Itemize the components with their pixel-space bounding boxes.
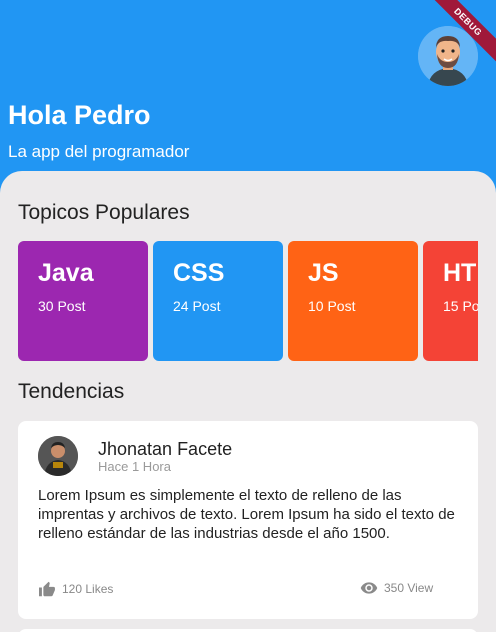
thumb-up-icon <box>39 581 55 597</box>
post-timestamp: Hace 1 Hora <box>98 459 171 474</box>
topic-count: 24 Post <box>173 298 221 314</box>
author-avatar[interactable] <box>38 436 78 476</box>
topic-card-css[interactable]: CSS 24 Post <box>153 241 283 361</box>
topic-name: Java <box>38 259 94 287</box>
section-title-topics: Topicos Populares <box>18 201 190 224</box>
topic-name: JS <box>308 259 339 287</box>
views-indicator: 350 View <box>360 581 433 595</box>
eye-icon <box>360 582 378 594</box>
topic-name: CSS <box>173 259 225 287</box>
content-sheet: Topicos Populares Java 30 Post CSS 24 Po… <box>0 171 496 632</box>
topic-name: HTML <box>443 259 478 287</box>
author-name[interactable]: Jhonatan Facete <box>98 439 232 460</box>
greeting-title: Hola Pedro <box>8 100 151 130</box>
post-card[interactable]: Jhonatan Facete Hace 1 Hora Lorem Ipsum … <box>18 421 478 619</box>
greeting-subtitle: La app del programador <box>8 142 190 161</box>
likes-count: 120 Likes <box>62 582 114 596</box>
likes-button[interactable]: 120 Likes <box>38 581 113 597</box>
topic-card-js[interactable]: JS 10 Post <box>288 241 418 361</box>
author-avatar-illustration <box>38 436 78 476</box>
topic-count: 30 Post <box>38 298 86 314</box>
post-body: Lorem Ipsum es simplemente el texto de r… <box>38 487 455 542</box>
topic-count: 10 Post <box>308 298 356 314</box>
topic-card-html[interactable]: HTML 15 Post <box>423 241 478 361</box>
topic-count: 15 Post <box>443 298 478 314</box>
header: DEBUG Hola Pedro La app del programador <box>0 0 496 190</box>
section-title-trends: Tendencias <box>18 380 125 403</box>
views-count: 350 View <box>384 581 434 595</box>
topics-carousel[interactable]: Java 30 Post CSS 24 Post JS 10 Post HTML… <box>18 241 478 361</box>
topic-card-java[interactable]: Java 30 Post <box>18 241 148 361</box>
